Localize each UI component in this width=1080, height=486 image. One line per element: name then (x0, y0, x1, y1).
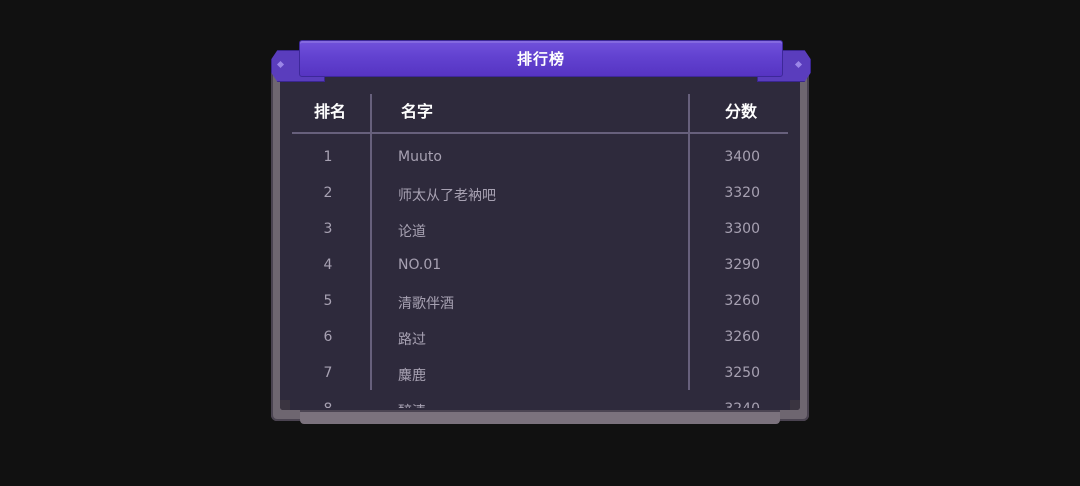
title-banner: 排行榜 (299, 40, 783, 77)
corner-decoration (280, 400, 290, 410)
rank-cell: 3 (323, 221, 333, 237)
score-cell: 3320 (724, 185, 760, 201)
rank-cell: 7 (323, 365, 333, 381)
name-cell: 师太从了老衲吧 (398, 188, 496, 204)
rank-cell: 4 (323, 257, 333, 273)
column-header-score: 分数 (725, 102, 758, 121)
rank-cell: 8 (292, 401, 364, 408)
name-cell: 论道 (398, 224, 426, 240)
score-cell: 3260 (724, 329, 760, 345)
score-cell: 3300 (724, 221, 760, 237)
corner-decoration (790, 400, 800, 410)
table-row: 7 麋鹿 3250 (292, 356, 788, 392)
leaderboard-screen: 排行榜 排名 名字 分数 1 Muuto 3400 2 师太从了老衲吧 3320… (0, 0, 1080, 486)
score-cell: 3400 (724, 149, 760, 165)
header-divider (292, 132, 788, 134)
column-header-name: 名字 (401, 102, 434, 121)
table-row: 1 Muuto 3400 (292, 140, 788, 176)
table-header: 排名 名字 分数 (292, 94, 788, 132)
table-row: 8 醉清 3240 (292, 392, 788, 408)
name-cell: 醉清 (398, 401, 426, 408)
rank-cell: 1 (323, 149, 333, 165)
name-cell: Muuto (398, 149, 442, 165)
name-cell: NO.01 (398, 257, 442, 273)
table-row: 3 论道 3300 (292, 212, 788, 248)
leaderboard-list[interactable]: 1 Muuto 3400 2 师太从了老衲吧 3320 3 论道 3300 4 … (292, 140, 788, 408)
column-header-rank: 排名 (314, 102, 347, 121)
score-cell: 3240 (692, 401, 760, 408)
rank-cell: 5 (323, 293, 333, 309)
rank-cell: 2 (323, 185, 333, 201)
table-row: 2 师太从了老衲吧 3320 (292, 176, 788, 212)
name-cell: 路过 (398, 332, 426, 348)
rank-cell: 6 (323, 329, 333, 345)
table-row: 5 清歌伴酒 3260 (292, 284, 788, 320)
name-cell: 清歌伴酒 (398, 296, 454, 312)
name-cell: 麋鹿 (398, 368, 426, 384)
score-cell: 3250 (724, 365, 760, 381)
score-cell: 3290 (724, 257, 760, 273)
score-cell: 3260 (724, 293, 760, 309)
frame-bottom-bar (300, 410, 780, 424)
table-row: 6 路过 3260 (292, 320, 788, 356)
page-title: 排行榜 (516, 50, 565, 68)
table-row: 4 NO.01 3290 (292, 248, 788, 284)
